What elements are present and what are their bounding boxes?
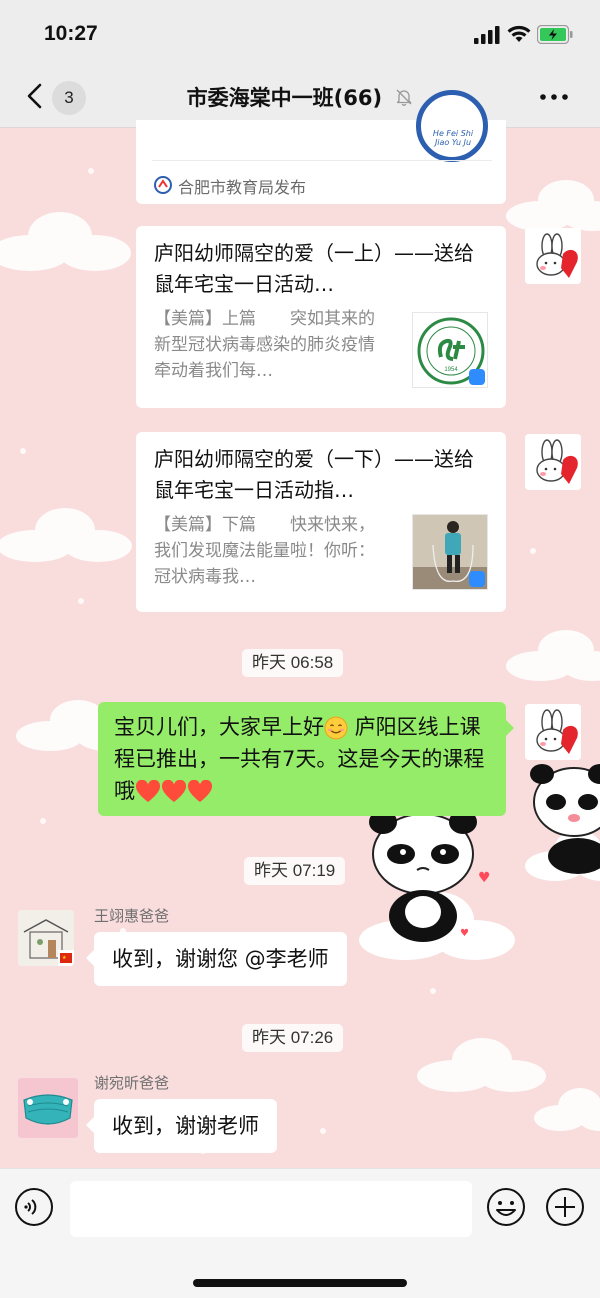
cloud-decoration	[0, 212, 131, 271]
smiling-face-emoji-icon	[324, 716, 348, 740]
publisher-logo-text: He Fei Shi Jiao Yu Ju	[432, 129, 474, 147]
article-title: 庐阳幼师隔空的爱（一上）——送给鼠年宅宝一日活动…	[154, 241, 474, 296]
cloud-decoration	[0, 508, 132, 562]
drawing-avatar-icon: ★	[18, 910, 74, 966]
partial-article-card[interactable]: He Fei Shi Jiao Yu Ju 合肥市教育局发布	[136, 90, 506, 204]
message-text: 收到，谢谢老师	[112, 1114, 259, 1138]
nav-bar: 3 市委海棠中一班(66)	[0, 66, 600, 128]
timestamp: 昨天 07:19	[244, 857, 346, 885]
sender-name: 王翊惠爸爸	[94, 907, 170, 925]
cloud-decoration	[417, 1038, 546, 1092]
message-input[interactable]	[70, 1181, 472, 1237]
panda-decoration	[369, 810, 477, 942]
sender-avatar-2[interactable]	[18, 1078, 78, 1138]
article-card-2[interactable]: 庐阳幼师隔空的爱（一下）——送给鼠年宅宝一日活动指… 【美篇】下篇 快来快来，我…	[136, 432, 506, 612]
more-options-icon[interactable]	[540, 94, 568, 100]
svg-text:★: ★	[62, 955, 67, 961]
input-bar	[0, 1168, 600, 1298]
svg-text:1954: 1954	[444, 367, 458, 373]
publisher-small-icon	[154, 176, 172, 194]
heart-emoji-icon	[187, 780, 213, 802]
wifi-icon	[507, 25, 531, 42]
timestamp: 昨天 06:58	[242, 649, 344, 677]
panda-decoration	[530, 764, 600, 874]
sender-name: 谢宛昕爸爸	[94, 1074, 170, 1092]
mask-avatar-icon	[18, 1078, 78, 1138]
signal-icon	[474, 26, 500, 44]
outgoing-message-bubble[interactable]: 宝贝儿们，大家早上好 庐阳区线上课程已推出，一共有7天。这是今天的课程哦	[98, 702, 514, 816]
bunny-heart-avatar-icon	[525, 704, 581, 760]
message-text: 收到，谢谢您 @李老师	[112, 947, 329, 971]
status-time: 10:27	[44, 22, 98, 45]
cloud-decoration	[506, 630, 600, 681]
chat-title: 市委海棠中一班(66)	[186, 86, 383, 110]
heart-emoji-icon	[135, 780, 161, 802]
article-description: 【美篇】上篇 突如其来的新型冠状病毒感染的肺炎疫情牵动着我们每…	[154, 309, 375, 381]
message-text-part1: 宝贝儿们，大家早上好	[114, 715, 324, 739]
bunny-heart-avatar-icon	[525, 228, 581, 284]
bunny-heart-avatar-icon	[525, 434, 581, 490]
article-title: 庐阳幼师隔空的爱（一下）——送给鼠年宅宝一日活动指…	[154, 447, 474, 502]
mute-bell-icon	[396, 89, 412, 106]
article-thumbnail	[412, 514, 488, 590]
mini-program-badge-icon	[469, 369, 485, 385]
battery-icon	[537, 25, 573, 44]
article-card-1[interactable]: 庐阳幼师隔空的爱（一上）——送给鼠年宅宝一日活动… 【美篇】上篇 突如其来的新型…	[136, 226, 506, 408]
mini-program-badge-icon	[469, 571, 485, 587]
publisher-name: 合肥市教育局发布	[178, 178, 307, 197]
voice-input-icon[interactable]	[14, 1187, 54, 1227]
timestamp: 昨天 07:26	[242, 1024, 344, 1052]
incoming-message-bubble[interactable]: 收到，谢谢老师	[86, 1099, 277, 1153]
sender-avatar-1[interactable]: ★	[18, 910, 74, 966]
emoji-sticker-icon[interactable]	[486, 1187, 526, 1227]
article-thumbnail: 1954	[412, 312, 488, 388]
home-indicator[interactable]	[193, 1279, 407, 1287]
sender-avatar-bunny[interactable]	[525, 228, 581, 284]
status-bar: 10:27	[0, 0, 600, 66]
more-functions-plus-icon[interactable]	[545, 1187, 585, 1227]
article-description: 【美篇】下篇 快来快来，我们发现魔法能量啦！你听：冠状病毒我…	[154, 515, 375, 587]
heart-emoji-icon	[161, 780, 187, 802]
incoming-message-bubble[interactable]: 收到，谢谢您 @李老师	[86, 932, 347, 986]
publisher-logo: He Fei Shi Jiao Yu Ju	[416, 90, 488, 162]
sender-avatar-bunny[interactable]	[525, 704, 581, 760]
cloud-decoration	[534, 1088, 600, 1131]
chat-title-wrapper[interactable]: 市委海棠中一班(66)	[0, 82, 600, 112]
sender-avatar-bunny[interactable]	[525, 434, 581, 490]
